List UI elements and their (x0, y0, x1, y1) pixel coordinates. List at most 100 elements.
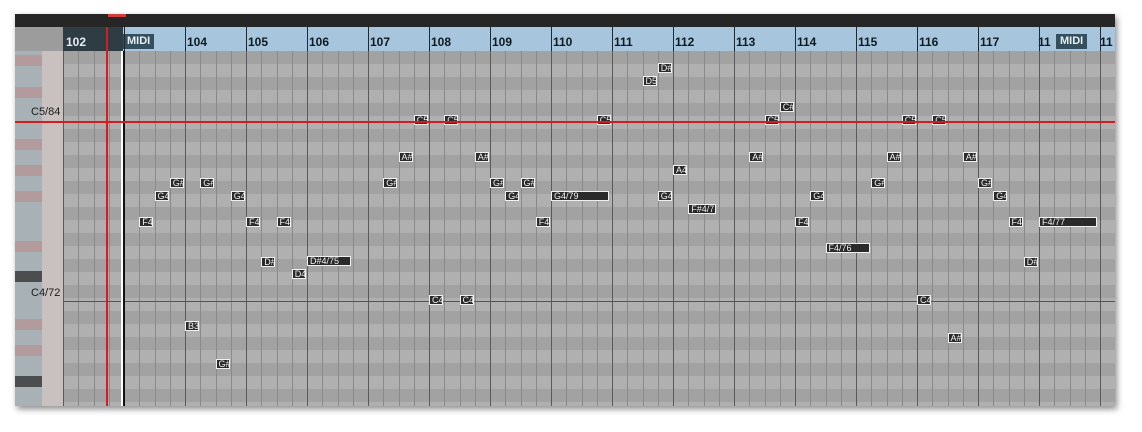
midi-note[interactable]: G4 (230, 191, 245, 201)
black-key[interactable] (15, 55, 42, 66)
midi-note[interactable]: B3 (185, 321, 199, 331)
pitch-lane (63, 220, 1115, 233)
midi-note[interactable]: C5 (444, 115, 459, 125)
black-key[interactable] (15, 271, 42, 282)
midi-note[interactable]: C5 (413, 115, 428, 125)
ruler-bar-tick (124, 27, 125, 51)
midi-note[interactable]: F4/76 (825, 243, 870, 253)
beat-line (642, 51, 644, 406)
beat-line (764, 51, 766, 406)
ruler-bar-tick (1039, 27, 1040, 51)
beat-line (993, 51, 995, 406)
midi-note[interactable]: A# (474, 152, 489, 162)
black-key[interactable] (15, 191, 42, 202)
midi-note[interactable]: G# (383, 178, 398, 188)
midi-note[interactable]: C4 (917, 295, 931, 305)
midi-note[interactable]: C5 (596, 115, 611, 125)
midi-note[interactable]: C5 (764, 115, 779, 125)
pitch-lane (63, 142, 1115, 155)
midi-note[interactable]: G# (490, 178, 504, 188)
time-cursor-line[interactable] (106, 27, 108, 406)
black-key[interactable] (15, 345, 42, 356)
midi-note[interactable]: G# (215, 359, 230, 369)
midi-note[interactable]: C# (779, 102, 794, 112)
black-key[interactable] (15, 376, 42, 387)
bar-line (978, 51, 979, 406)
midi-note[interactable]: C5 (901, 115, 916, 125)
black-key[interactable] (15, 139, 42, 150)
beat-line (901, 51, 903, 406)
bar-line (551, 51, 552, 406)
black-key[interactable] (15, 165, 42, 176)
midi-note[interactable]: A# (962, 152, 977, 162)
beat-line (810, 51, 812, 406)
beat-line (688, 51, 690, 406)
pitch-lane (63, 168, 1115, 181)
midi-note[interactable]: G4 (993, 191, 1008, 201)
piano-keyboard[interactable]: C5/84 C4/72 (15, 51, 63, 406)
midi-note[interactable]: G# (871, 178, 886, 188)
midi-note[interactable]: A# (886, 152, 901, 162)
midi-note[interactable]: F4 (795, 217, 809, 227)
midi-note[interactable]: G# (200, 178, 215, 188)
pitch-lane (63, 285, 1115, 298)
bar-line (429, 51, 430, 406)
beat-line (291, 51, 293, 406)
bar-line (490, 51, 491, 406)
midi-note[interactable]: G4 (810, 191, 825, 201)
bar-line (795, 51, 796, 406)
midi-note[interactable]: G4 (154, 191, 169, 201)
midi-note[interactable]: D# (1023, 257, 1038, 267)
midi-clip-end-label[interactable]: MIDI (1056, 34, 1088, 49)
black-key[interactable] (15, 241, 42, 252)
midi-note[interactable]: F4/77 (1039, 217, 1097, 227)
midi-note[interactable]: F4 (246, 217, 260, 227)
beat-line (871, 51, 873, 406)
ruler-bar-tick (490, 27, 491, 51)
midi-note[interactable]: C4 (459, 295, 474, 305)
midi-note[interactable]: F4 (139, 217, 154, 227)
midi-note[interactable]: D#4/75 (307, 256, 351, 266)
white-keys-column[interactable] (42, 51, 63, 406)
beat-line (932, 51, 934, 406)
midi-note[interactable]: G# (978, 178, 992, 188)
midi-note[interactable]: G# (169, 178, 184, 188)
bar-number: 117 (980, 35, 1000, 49)
midi-note[interactable]: D# (261, 257, 276, 267)
beat-line (398, 51, 400, 406)
midi-note[interactable]: A# (947, 333, 962, 343)
midi-note[interactable]: F4 (535, 217, 550, 227)
bar-ruler[interactable]: 102 MIDI 104 105 106 107 108 109 110 111… (63, 27, 1115, 52)
midi-note[interactable]: A# (749, 152, 764, 162)
midi-note[interactable]: C5 (932, 115, 947, 125)
note-grid[interactable]: D# D5 C# C5 C5 C5 C5 C5 C5 A# A# A# A# A# A4 G# G# G# G# G#… (63, 51, 1115, 406)
black-key[interactable] (15, 319, 42, 330)
beat-line (93, 51, 95, 406)
midi-note[interactable]: D# (657, 63, 672, 73)
beat-line (962, 51, 964, 406)
midi-clip-start-label[interactable]: MIDI (123, 34, 155, 49)
midi-note[interactable]: A# (398, 152, 413, 162)
black-key[interactable] (15, 87, 42, 98)
bar-line (1039, 51, 1040, 406)
bar-line (368, 51, 369, 406)
pitch-lane (63, 272, 1115, 285)
midi-note[interactable]: D4 (291, 269, 306, 279)
bar-number: 114 (797, 35, 817, 49)
beat-line (581, 51, 583, 406)
midi-note[interactable]: A4 (673, 165, 687, 175)
midi-note[interactable]: G4/79 (551, 191, 609, 201)
midi-note[interactable]: C4 (429, 295, 443, 305)
beat-line (627, 51, 629, 406)
midi-note[interactable]: G4 (505, 191, 520, 201)
midi-note[interactable]: F#4/7 (688, 204, 717, 214)
midi-note[interactable]: F4 (1008, 217, 1023, 227)
midi-note[interactable]: G# (520, 178, 535, 188)
beat-line (200, 51, 202, 406)
pitch-lane (63, 90, 1115, 103)
playhead[interactable] (121, 51, 125, 406)
ruler-bar-tick (368, 27, 369, 51)
midi-note[interactable]: D5 (642, 76, 657, 86)
midi-note[interactable]: F4 (276, 217, 291, 227)
midi-note[interactable]: G4 (657, 191, 672, 201)
